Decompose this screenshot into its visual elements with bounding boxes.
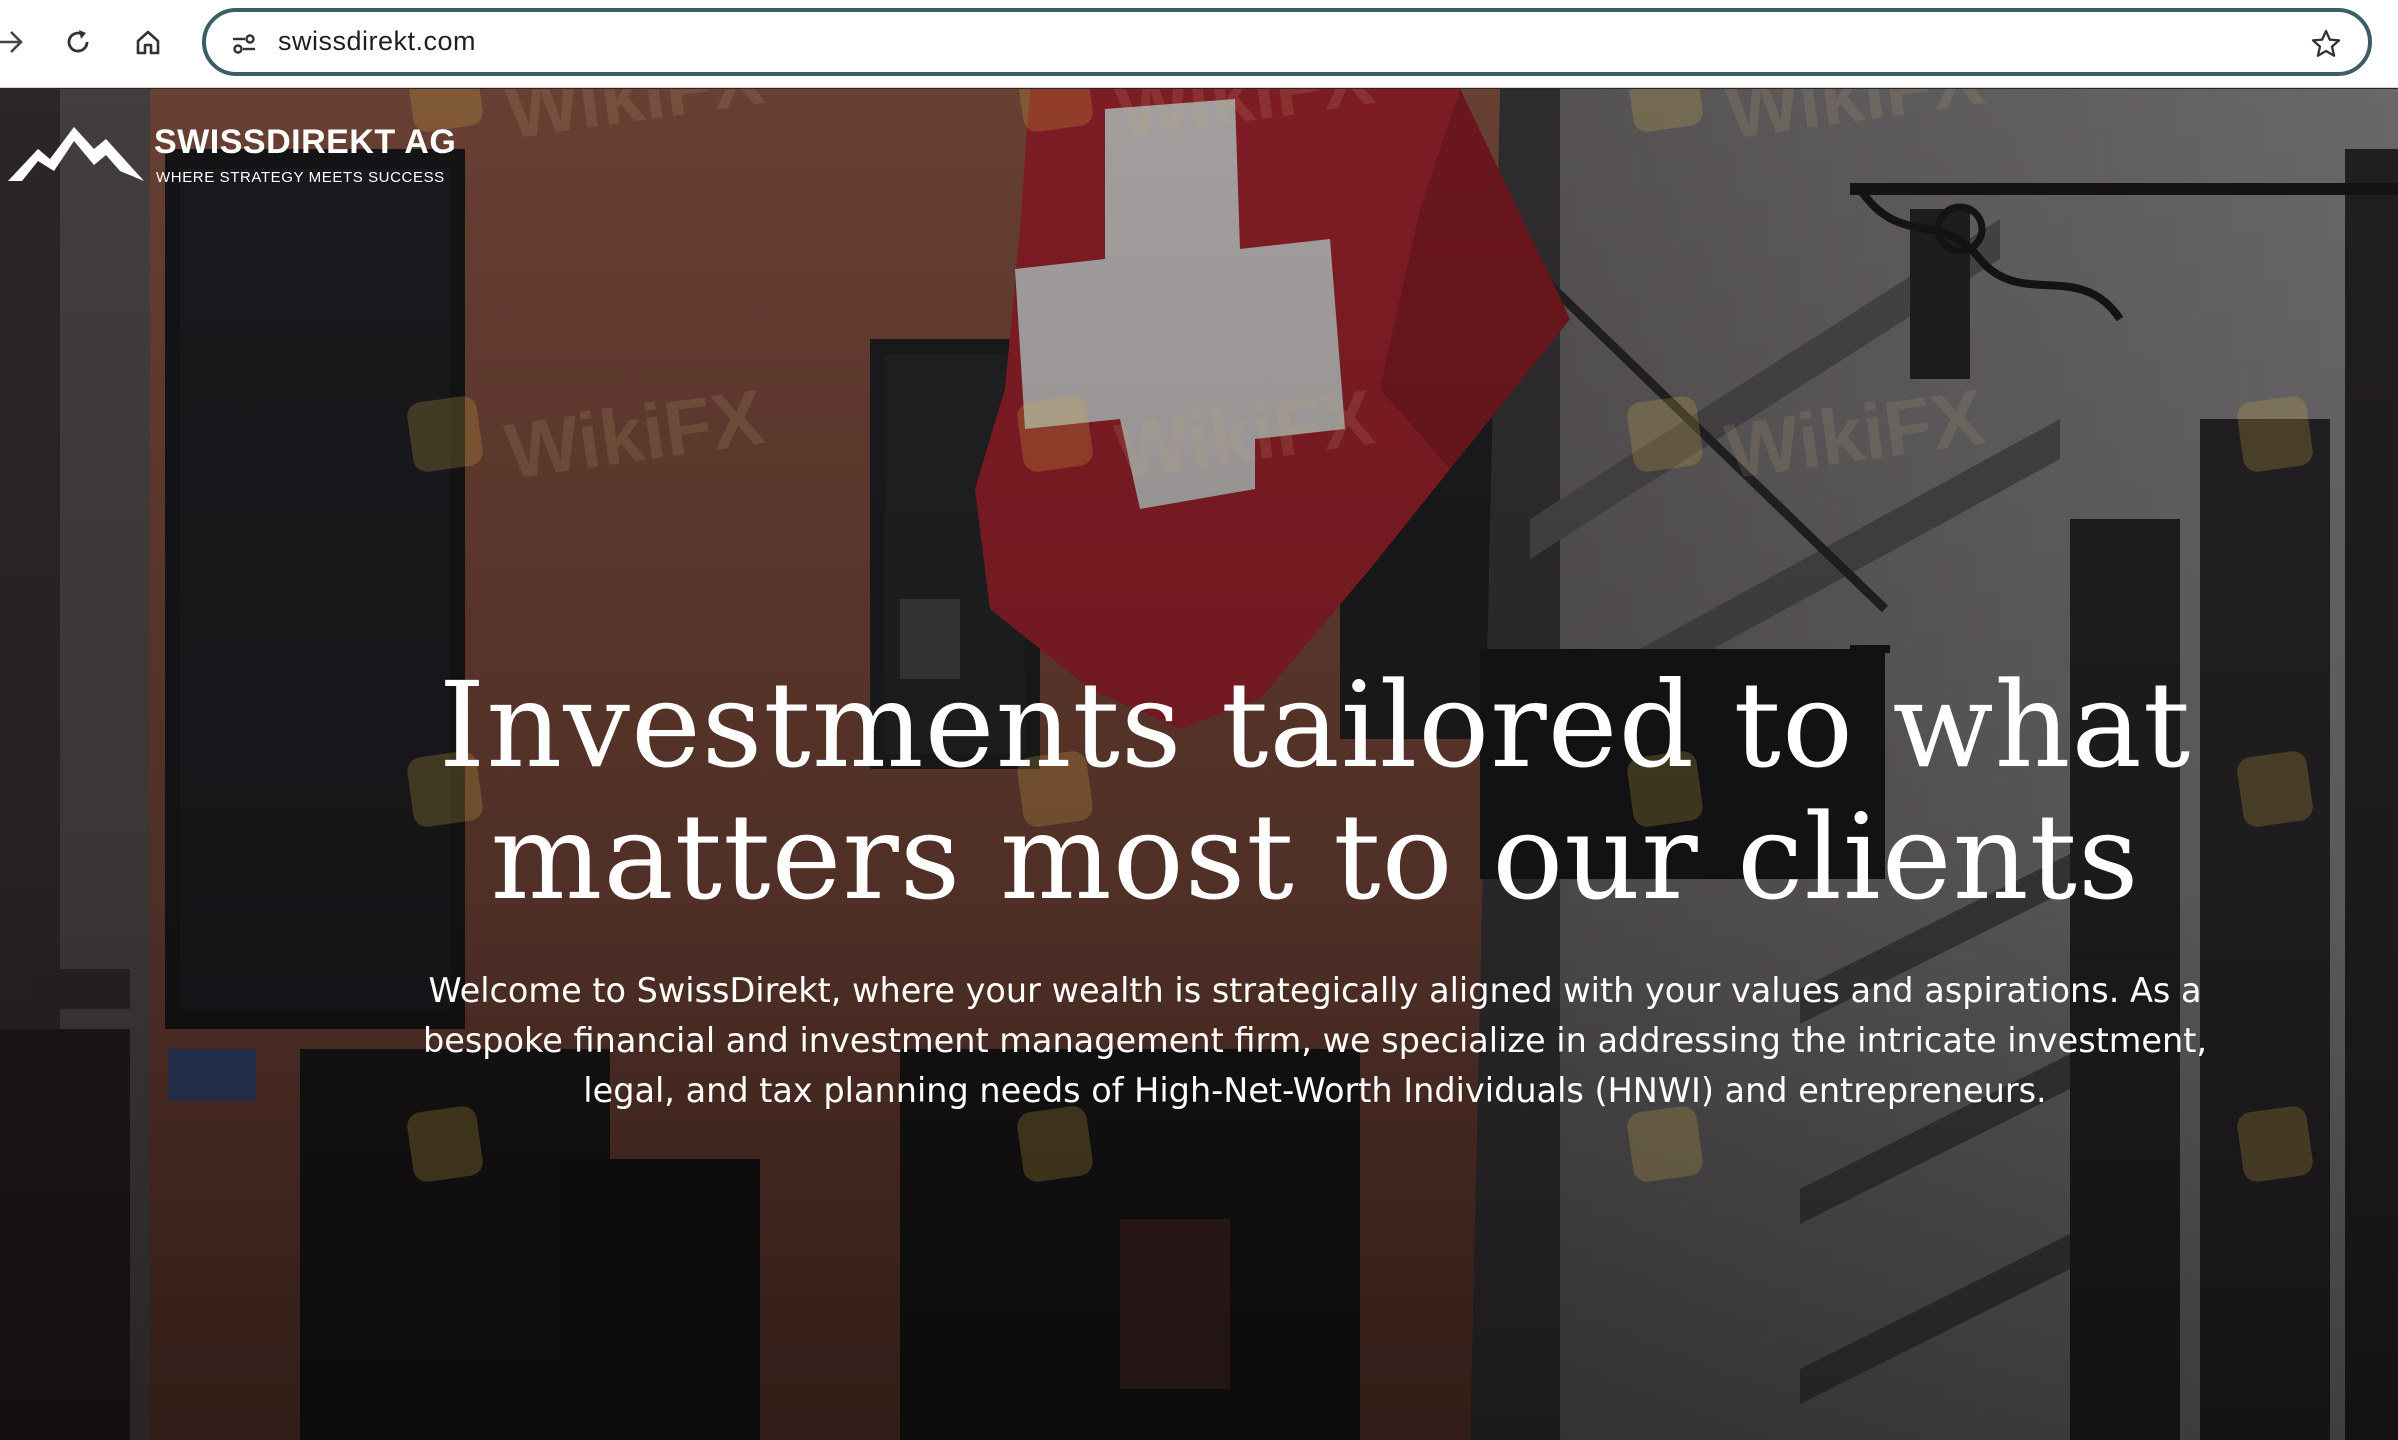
- hero-section: WikiFX WikiFX WikiFX WikiFX WikiFX WikiF…: [0, 89, 2398, 1440]
- back-arrow-icon[interactable]: [0, 18, 34, 66]
- hero-intro-line: legal, and tax planning needs of High-Ne…: [583, 1071, 2047, 1110]
- hero-intro-line: Welcome to SwissDirekt, where your wealt…: [428, 971, 2202, 1010]
- brand-tagline: WHERE STRATEGY MEETS SUCCESS: [156, 169, 445, 186]
- hero-headline-line: matters most to our clients: [490, 788, 2140, 926]
- hero-headline-line: Investments tailored to what: [438, 656, 2192, 794]
- hero-intro-line: bespoke financial and investment managem…: [422, 1021, 2208, 1060]
- reload-icon[interactable]: [54, 18, 102, 66]
- home-icon[interactable]: [124, 18, 172, 66]
- mountain-logo-icon: [8, 127, 144, 181]
- brand-name: SWISSDIREKT AG: [154, 123, 457, 161]
- site-logo[interactable]: SWISSDIREKT AG WHERE STRATEGY MEETS SUCC…: [8, 119, 508, 189]
- url-text[interactable]: swissdirekt.com: [278, 26, 476, 57]
- star-icon[interactable]: [2306, 24, 2346, 64]
- hero-headline: Investments tailored to what matters mos…: [380, 659, 2250, 923]
- hero-intro-text: Welcome to SwissDirekt, where your wealt…: [420, 966, 2210, 1116]
- browser-toolbar: swissdirekt.com: [0, 0, 2398, 88]
- address-bar[interactable]: swissdirekt.com: [202, 8, 2372, 76]
- site-settings-icon[interactable]: [224, 24, 264, 64]
